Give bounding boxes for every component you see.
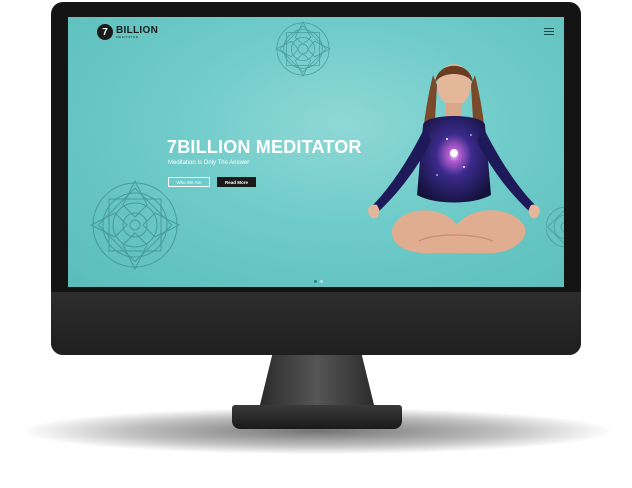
read-more-button[interactable]: Read More [217,177,256,187]
logo-tagline: MEDITATOR [116,34,139,39]
logo-mark: 7 [97,24,113,40]
hamburger-menu-icon[interactable] [544,26,554,36]
mandala-icon [275,21,331,77]
logo-word: BILLION [116,24,159,36]
who-we-are-button[interactable]: Who We Are [168,177,210,187]
hero-title: 7BILLION MEDITATOR [167,137,362,157]
mandala-icon [90,180,180,270]
monitor-chin [51,292,581,355]
website-screen: 7 BILLION MEDITATOR 7BILLION MEDITATOR M… [68,17,564,287]
slider-dots [314,280,323,283]
slider-dot[interactable] [320,280,323,283]
monitor-stand-base [232,405,402,429]
slider-dot-active[interactable] [314,280,317,283]
hero-subtitle: Meditation Is Only The Answer [168,160,250,166]
meditating-woman-image [368,64,540,254]
site-logo[interactable]: 7 BILLION MEDITATOR [97,24,158,40]
monitor-frame: 7 BILLION MEDITATOR 7BILLION MEDITATOR M… [51,2,581,355]
